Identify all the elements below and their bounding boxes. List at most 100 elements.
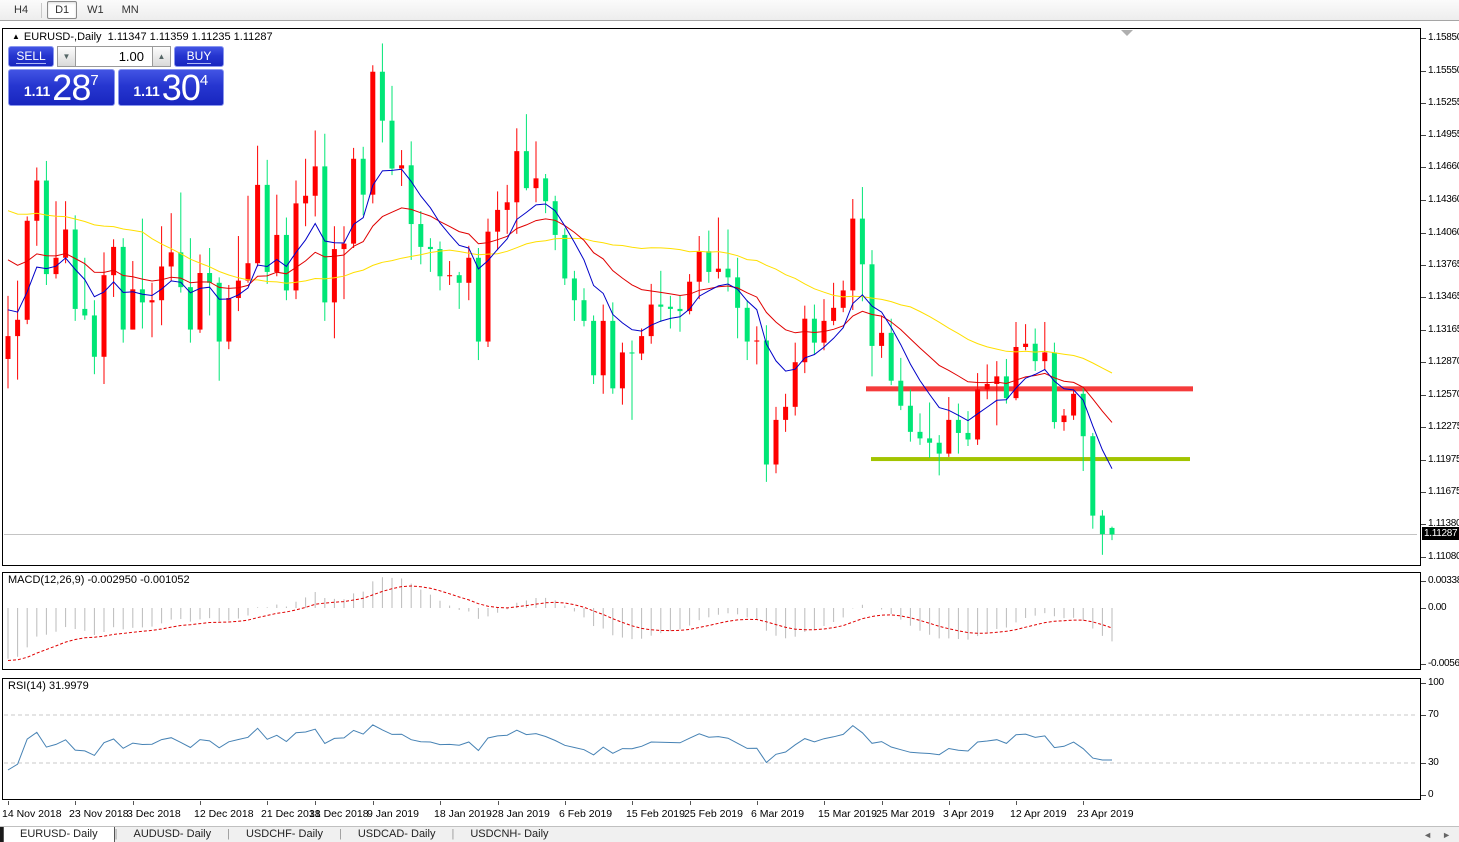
rsi-canvas[interactable] [3,679,1418,797]
tab-scroll-left-icon[interactable]: ◄ [1423,830,1432,840]
collapse-trade-panel-icon[interactable]: ▲ [12,32,20,41]
chart-tab-bar: EURUSD- Daily|AUDUSD- Daily|USDCHF- Dail… [0,826,1459,842]
chart-tab-usdcnh[interactable]: USDCNH- Daily [454,827,564,842]
price-axis-label: 1.12870 [1428,356,1459,367]
time-axis-tick [757,801,758,805]
time-axis-label: 25 Feb 2019 [684,808,743,820]
price-axis-label-tick [1421,71,1426,72]
mt4-window: H4 D1W1MN ▲ EURUSD-,Daily 1.11347 1.11359 … [0,0,1459,842]
price-axis-label-tick [1421,492,1426,493]
buy-price-button[interactable]: 1.11304 [118,69,225,106]
timeframe-button-d1[interactable]: D1 [47,1,77,19]
price-axis-label-tick [1421,427,1426,428]
macd-canvas[interactable] [3,573,1418,667]
price-axis-label: 1.11675 [1428,486,1459,497]
chart-ohlc-values: 1.11347 1.11359 1.11235 1.11287 [108,31,273,43]
price-axis-label: 1.11080 [1428,551,1459,562]
volume-input[interactable] [76,46,152,67]
sell-price-button[interactable]: 1.11287 [8,69,115,106]
price-axis-label: 1.12570 [1428,389,1459,400]
time-axis-label: 15 Mar 2019 [818,808,877,820]
time-axis-label: 3 Apr 2019 [943,808,994,820]
toolbar-divider [41,3,42,18]
one-click-trading-panel: SELL ▼ ▲ BUY 1.11287 1.11304 [8,46,224,106]
price-axis: 1.158501.155501.152551.149551.146601.143… [1421,28,1459,825]
price-axis-label-tick [1421,103,1426,104]
time-axis-tick [565,801,566,805]
time-axis-tick [133,801,134,805]
time-axis-tick [8,801,9,805]
price-axis-label: 1.14360 [1428,194,1459,205]
price-axis-label-tick [1421,395,1426,396]
rsi-axis-label: 30 [1428,757,1439,768]
time-axis-label: 28 Jan 2019 [492,808,550,820]
chart-title: ▲ EURUSD-,Daily 1.11347 1.11359 1.11235 1… [12,31,273,43]
current-price-tag: 1.11287 [1422,527,1459,540]
chart-tab-usdcad[interactable]: USDCAD- Daily [342,827,452,842]
macd-axis-label: -0.0056663 [1428,658,1459,669]
rsi-label: RSI(14) 31.9979 [8,680,89,692]
rsi-axis-label-tick [1421,715,1426,716]
time-axis-label: 31 Dec 2018 [309,808,369,820]
buy-button[interactable]: BUY [174,46,224,67]
time-axis-tick [373,801,374,805]
time-axis: 14 Nov 201823 Nov 20183 Dec 201812 Dec 2… [0,801,1459,826]
rsi-axis-label: 100 [1428,677,1444,688]
price-chart-pane [2,28,1421,566]
time-axis-label: 15 Feb 2019 [626,808,685,820]
timeframe-button-w1[interactable]: W1 [79,1,112,19]
time-axis-tick [200,801,201,805]
timeframe-toolbar: H4 D1W1MN [0,0,1459,21]
price-axis-label-tick [1421,460,1426,461]
price-axis-label: 1.13465 [1428,291,1459,302]
sell-button[interactable]: SELL [8,46,54,67]
price-axis-label: 1.11975 [1428,454,1459,465]
chart-symbol-period: EURUSD-,Daily [24,31,102,43]
volume-increase-button[interactable]: ▲ [152,46,171,67]
volume-decrease-button[interactable]: ▼ [57,46,76,67]
rsi-axis-label: 0 [1428,789,1433,800]
price-axis-label-tick [1421,167,1426,168]
price-axis-label-tick [1421,233,1426,234]
macd-axis-label: 0.003383 [1428,575,1459,586]
price-axis-label: 1.15850 [1428,32,1459,43]
time-axis-label: 9 Jan 2019 [367,808,419,820]
price-axis-label: 1.15550 [1428,65,1459,76]
tab-scroll-right-icon[interactable]: ► [1442,830,1451,840]
macd-axis-label-tick [1421,664,1426,665]
time-axis-tick [75,801,76,805]
rsi-axis-label: 70 [1428,709,1439,720]
price-axis-label-tick [1421,362,1426,363]
rsi-axis-label-tick [1421,683,1426,684]
price-axis-label-tick [1421,557,1426,558]
timeframe-button-mn[interactable]: MN [114,1,147,19]
time-axis-label: 18 Jan 2019 [434,808,492,820]
time-axis-tick [824,801,825,805]
price-chart-canvas[interactable] [3,29,1418,563]
macd-pane [2,572,1421,670]
time-axis-label: 6 Feb 2019 [559,808,612,820]
price-axis-label-tick [1421,297,1426,298]
time-axis-tick [690,801,691,805]
macd-label: MACD(12,26,9) -0.002950 -0.001052 [8,574,190,586]
time-axis-label: 12 Apr 2019 [1010,808,1067,820]
price-axis-label-tick [1421,524,1426,525]
chart-tab-eurusd[interactable]: EURUSD- Daily [3,827,115,842]
time-axis-label: 14 Nov 2018 [2,808,62,820]
timeframe-button-h4[interactable]: H4 [6,1,36,19]
chart-tab-audusd[interactable]: AUDUSD- Daily [117,827,227,842]
time-axis-label: 3 Dec 2018 [127,808,181,820]
price-axis-label: 1.12275 [1428,421,1459,432]
time-axis-tick [498,801,499,805]
price-axis-label-tick [1421,135,1426,136]
rsi-axis-label-tick [1421,795,1426,796]
time-axis-label: 23 Apr 2019 [1077,808,1134,820]
chart-tab-usdchf[interactable]: USDCHF- Daily [230,827,339,842]
time-axis-label: 23 Nov 2018 [69,808,129,820]
price-axis-label: 1.14660 [1428,161,1459,172]
time-axis-tick [1016,801,1017,805]
price-axis-label: 1.13765 [1428,259,1459,270]
tab-scroll-arrows: ◄ ► [1423,827,1451,842]
chevron-down-icon: ▼ [63,52,71,61]
price-axis-label-tick [1421,200,1426,201]
